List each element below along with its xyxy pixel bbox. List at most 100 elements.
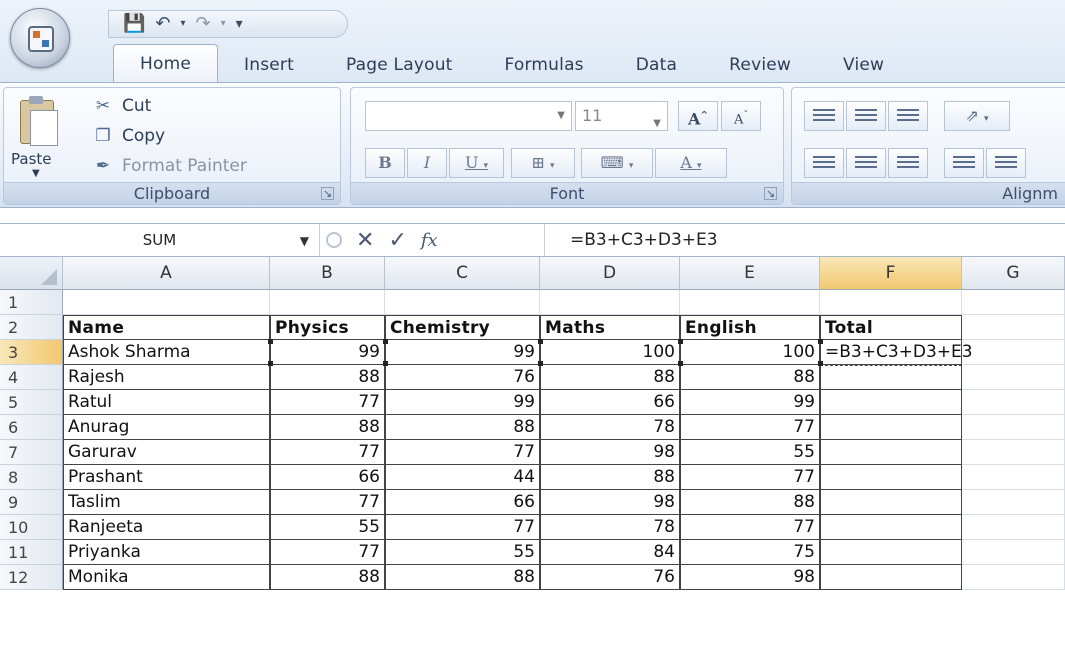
cell-b3[interactable]: 99 [270, 340, 385, 365]
column-header-c[interactable]: C [385, 257, 540, 290]
cell-c6[interactable]: 88 [385, 415, 540, 440]
cell-c3[interactable]: 99 [385, 340, 540, 365]
row-header-8[interactable]: 8 [0, 465, 63, 490]
fill-color-button[interactable]: ⌨ ▾ [581, 148, 653, 178]
row-header-5[interactable]: 5 [0, 390, 63, 415]
cell-e11[interactable]: 75 [680, 540, 820, 565]
cell-g2[interactable] [962, 315, 1065, 340]
column-header-b[interactable]: B [270, 257, 385, 290]
cell-c10[interactable]: 77 [385, 515, 540, 540]
cell-b6[interactable]: 88 [270, 415, 385, 440]
row-header-9[interactable]: 9 [0, 490, 63, 515]
reference-handle[interactable] [818, 361, 823, 366]
cell-d7[interactable]: 98 [540, 440, 680, 465]
undo-icon[interactable]: ↶ [155, 15, 170, 33]
cut-button[interactable]: ✂ Cut [92, 96, 151, 116]
column-header-d[interactable]: D [540, 257, 680, 290]
cell-a12[interactable]: Monika [63, 565, 270, 590]
cell-f2[interactable]: Total [820, 315, 962, 340]
insert-function-icon[interactable]: fx [421, 230, 438, 251]
cell-g6[interactable] [962, 415, 1065, 440]
cell-g10[interactable] [962, 515, 1065, 540]
align-bottom-button[interactable] [888, 101, 928, 131]
save-icon[interactable]: 💾 [123, 15, 145, 33]
cell-b5[interactable]: 77 [270, 390, 385, 415]
cell-f6[interactable] [820, 415, 962, 440]
font-color-button[interactable]: A ▾ [655, 148, 727, 178]
cell-b12[interactable]: 88 [270, 565, 385, 590]
cell-a6[interactable]: Anurag [63, 415, 270, 440]
cell-g5[interactable] [962, 390, 1065, 415]
cell-e10[interactable]: 77 [680, 515, 820, 540]
cell-g12[interactable] [962, 565, 1065, 590]
cell-c5[interactable]: 99 [385, 390, 540, 415]
cell-a9[interactable]: Taslim [63, 490, 270, 515]
row-header-1[interactable]: 1 [0, 290, 63, 315]
increase-indent-button[interactable] [986, 148, 1026, 178]
cell-f10[interactable] [820, 515, 962, 540]
decrease-indent-button[interactable] [944, 148, 984, 178]
cell-d1[interactable] [540, 290, 680, 315]
cell-b8[interactable]: 66 [270, 465, 385, 490]
cell-e4[interactable]: 88 [680, 365, 820, 390]
cell-f12[interactable] [820, 565, 962, 590]
cell-e9[interactable]: 88 [680, 490, 820, 515]
chevron-down-icon[interactable]: ▼ [300, 234, 309, 248]
cell-f9[interactable] [820, 490, 962, 515]
underline-button[interactable]: U ▾ [449, 148, 504, 178]
cell-b1[interactable] [270, 290, 385, 315]
tab-insert[interactable]: Insert [218, 48, 320, 82]
row-header-12[interactable]: 12 [0, 565, 63, 590]
column-header-g[interactable]: G [962, 257, 1065, 290]
italic-button[interactable]: I [407, 148, 447, 178]
grow-font-button[interactable]: A^ [678, 101, 718, 131]
cell-e3[interactable]: 100 [680, 340, 820, 365]
cell-c9[interactable]: 66 [385, 490, 540, 515]
reference-handle[interactable] [538, 339, 543, 344]
cell-a11[interactable]: Priyanka [63, 540, 270, 565]
cell-e8[interactable]: 77 [680, 465, 820, 490]
font-launcher-icon[interactable]: ↘ [764, 187, 777, 200]
row-header-4[interactable]: 4 [0, 365, 63, 390]
cell-g8[interactable] [962, 465, 1065, 490]
cell-c2[interactable]: Chemistry [385, 315, 540, 340]
reference-handle[interactable] [268, 339, 273, 344]
cell-b11[interactable]: 77 [270, 540, 385, 565]
cell-b10[interactable]: 55 [270, 515, 385, 540]
font-name-combo[interactable]: ▼ [365, 101, 572, 131]
reference-handle[interactable] [678, 339, 683, 344]
cell-e2[interactable]: English [680, 315, 820, 340]
cell-c11[interactable]: 55 [385, 540, 540, 565]
row-header-11[interactable]: 11 [0, 540, 63, 565]
tab-page-layout[interactable]: Page Layout [320, 48, 479, 82]
cell-e12[interactable]: 98 [680, 565, 820, 590]
cell-b2[interactable]: Physics [270, 315, 385, 340]
worksheet-grid[interactable]: A B C D E F G 1 2 Name Physics Chemistry Maths Englis… [0, 257, 1065, 648]
reference-handle[interactable] [383, 361, 388, 366]
paste-icon[interactable] [16, 94, 62, 148]
cell-c8[interactable]: 44 [385, 465, 540, 490]
customize-qat-icon[interactable]: ▾ [236, 17, 243, 31]
cell-d12[interactable]: 76 [540, 565, 680, 590]
reference-handle[interactable] [678, 361, 683, 366]
cell-g1[interactable] [962, 290, 1065, 315]
row-header-7[interactable]: 7 [0, 440, 63, 465]
cell-d9[interactable]: 98 [540, 490, 680, 515]
align-center-button[interactable] [846, 148, 886, 178]
cell-f1[interactable] [820, 290, 962, 315]
cell-d3[interactable]: 100 [540, 340, 680, 365]
paste-button[interactable]: Paste [11, 150, 52, 168]
cell-d8[interactable]: 88 [540, 465, 680, 490]
reference-handle[interactable] [538, 361, 543, 366]
align-middle-button[interactable] [846, 101, 886, 131]
font-size-combo[interactable]: 11 ▼ [575, 101, 668, 131]
cell-f3[interactable]: =B3+C3+D3+E3 [820, 340, 973, 365]
cell-a1[interactable] [63, 290, 270, 315]
cell-f7[interactable] [820, 440, 962, 465]
select-all-corner[interactable] [0, 257, 63, 290]
clipboard-launcher-icon[interactable]: ↘ [321, 187, 334, 200]
cell-a5[interactable]: Ratul [63, 390, 270, 415]
redo-dropdown-icon[interactable]: ▾ [221, 19, 226, 29]
cell-e1[interactable] [680, 290, 820, 315]
enter-check-icon[interactable]: ✓ [388, 228, 406, 253]
